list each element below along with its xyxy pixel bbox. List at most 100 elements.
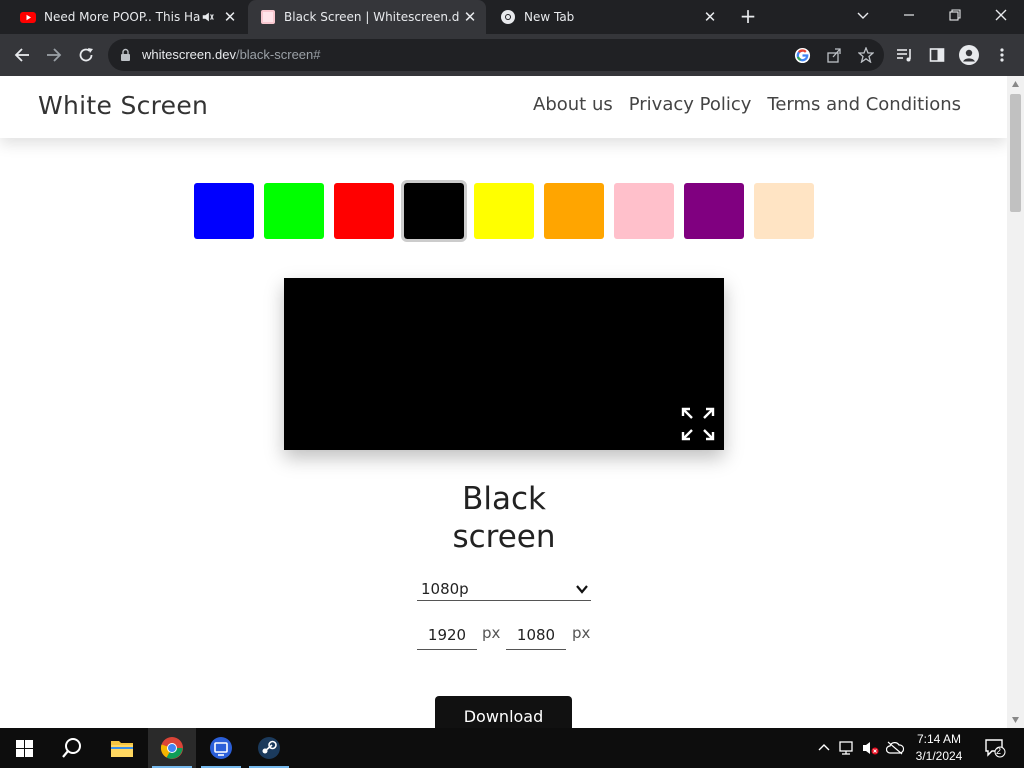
tab-new-tab[interactable]: New Tab ✕ (488, 0, 726, 34)
back-button[interactable] (9, 42, 35, 68)
restore-button[interactable] (932, 0, 978, 30)
side-panel-icon (929, 48, 945, 62)
page-heading: Black screen (404, 480, 604, 556)
color-swatch[interactable] (614, 183, 674, 239)
color-swatch[interactable] (754, 183, 814, 239)
nav-about-us[interactable]: About us (533, 94, 613, 115)
color-swatch[interactable] (544, 183, 604, 239)
heading-line-1: Black (462, 481, 546, 517)
share-button[interactable] (824, 45, 844, 65)
file-explorer-button[interactable] (98, 728, 146, 768)
resolution-select[interactable]: 1080p (417, 577, 591, 601)
reload-button[interactable] (73, 42, 99, 68)
chrome-taskbar-button[interactable] (148, 728, 196, 768)
windows-logo-icon (15, 739, 33, 757)
google-icon (794, 47, 810, 63)
site-brand[interactable]: White Screen (38, 91, 208, 120)
chrome-icon (501, 10, 515, 24)
volume-muted-icon (863, 742, 879, 755)
chevron-down-icon (857, 12, 869, 19)
download-button[interactable]: Download (435, 696, 572, 728)
nav-links: About us Privacy Policy Terms and Condit… (533, 94, 961, 115)
tab-youtube[interactable]: Need More POOP.. This Has ✕ (8, 0, 246, 34)
tab-black-screen[interactable]: Black Screen | Whitescreen.dev ✕ (248, 0, 486, 34)
kebab-menu-icon (1000, 48, 1004, 62)
url-domain: whitescreen.dev (142, 47, 236, 62)
chrome-icon (160, 737, 183, 759)
close-tab-icon[interactable]: ✕ (700, 8, 720, 26)
web-page: White Screen About us Privacy Policy Ter… (0, 76, 1007, 728)
width-input[interactable]: 1920 (417, 622, 477, 650)
tab-title: Black Screen | Whitescreen.dev (284, 10, 460, 24)
steam-button[interactable] (245, 728, 293, 768)
remote-app-button[interactable] (197, 728, 245, 768)
side-panel-button[interactable] (924, 42, 950, 68)
media-controls-button[interactable] (892, 42, 918, 68)
system-clock[interactable]: 7:14 AM 3/1/2024 (904, 731, 974, 765)
color-swatch[interactable] (264, 183, 324, 239)
network-icon (839, 741, 853, 755)
minimize-button[interactable] (886, 0, 932, 30)
avatar-icon (959, 45, 979, 65)
resolution-value: 1080p (421, 579, 469, 598)
new-tab-button[interactable]: + (736, 4, 760, 28)
url-text[interactable]: whitescreen.dev/black-screen# (142, 47, 321, 62)
browser-toolbar: whitescreen.dev/black-screen# (0, 34, 1024, 76)
width-unit: px (482, 624, 501, 642)
menu-button[interactable] (989, 42, 1015, 68)
arrow-left-icon (14, 48, 29, 62)
search-icon (62, 738, 81, 758)
steam-icon (258, 737, 280, 759)
chevron-down-icon (576, 584, 588, 594)
action-center-button[interactable]: 2 (982, 738, 1008, 758)
show-hidden-icons[interactable] (814, 738, 834, 758)
color-swatch[interactable] (194, 183, 254, 239)
scrollbar-thumb[interactable] (1010, 94, 1021, 212)
remote-desktop-icon (210, 737, 232, 759)
search-button[interactable] (48, 728, 96, 768)
nav-privacy-policy[interactable]: Privacy Policy (629, 94, 752, 115)
color-swatch[interactable] (401, 180, 467, 242)
arrow-right-icon (47, 48, 62, 62)
height-input[interactable]: 1080 (506, 622, 566, 650)
cloud-tray-button[interactable] (885, 738, 905, 758)
tab-title: New Tab (524, 10, 575, 24)
color-swatch[interactable] (334, 183, 394, 239)
url-path: /black-screen# (235, 47, 321, 62)
nav-terms-and-conditions[interactable]: Terms and Conditions (767, 94, 961, 115)
forward-button[interactable] (41, 42, 67, 68)
network-tray-button[interactable] (837, 738, 857, 758)
close-window-button[interactable] (978, 0, 1024, 30)
clock-time: 7:14 AM (916, 732, 962, 746)
restore-icon (949, 9, 961, 21)
page-scrollbar[interactable] (1007, 76, 1024, 728)
color-swatch[interactable] (684, 183, 744, 239)
close-tab-icon[interactable]: ✕ (460, 8, 480, 26)
address-bar[interactable]: whitescreen.dev/black-screen# (108, 39, 884, 71)
whitescreen-favicon (261, 10, 275, 24)
bookmark-button[interactable] (856, 45, 876, 65)
scroll-down-icon[interactable] (1011, 715, 1020, 724)
height-unit: px (572, 624, 591, 642)
minimize-icon (904, 14, 914, 16)
clock-date: 3/1/2024 (915, 749, 963, 763)
speaker-mute-icon[interactable] (200, 10, 216, 24)
profile-button[interactable] (956, 42, 982, 68)
lock-icon[interactable] (120, 48, 131, 62)
start-button[interactable] (0, 728, 48, 768)
notification-count: 2 (996, 746, 1002, 756)
tab-strip: Need More POOP.. This Has ✕ Black Screen… (0, 0, 1024, 34)
tab-search-button[interactable] (840, 0, 886, 30)
google-lens-button[interactable] (792, 45, 812, 65)
windows-taskbar: 7:14 AM 3/1/2024 2 (0, 728, 1024, 768)
folder-icon (111, 741, 133, 757)
tab-title: Need More POOP.. This Has (44, 10, 200, 24)
fullscreen-icon[interactable] (680, 406, 716, 442)
close-tab-icon[interactable]: ✕ (220, 8, 240, 26)
site-navbar: White Screen About us Privacy Policy Ter… (0, 76, 1007, 138)
volume-tray-button[interactable] (861, 738, 881, 758)
scroll-up-icon[interactable] (1011, 80, 1020, 89)
color-swatch[interactable] (474, 183, 534, 239)
star-icon (858, 47, 874, 63)
color-preview[interactable] (284, 278, 724, 450)
